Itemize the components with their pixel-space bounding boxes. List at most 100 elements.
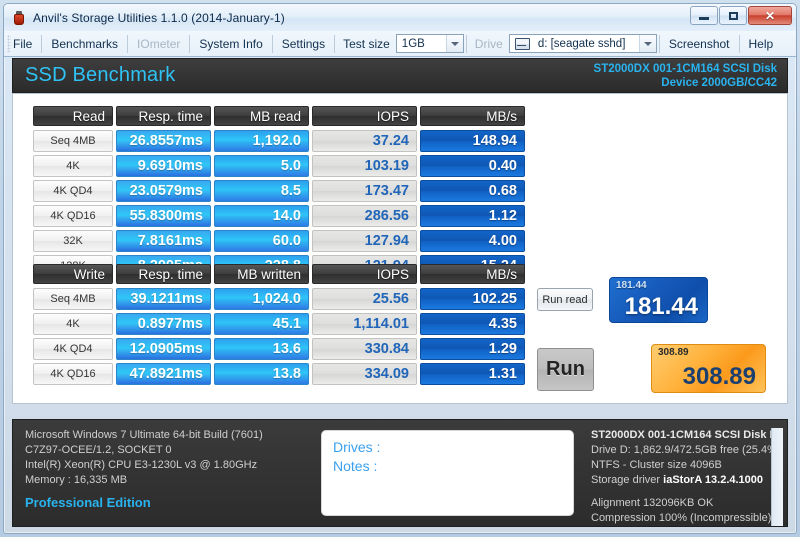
row-mb: 8.5 xyxy=(214,180,309,202)
disk-alignment: Alignment 132096KB OK xyxy=(591,497,714,509)
write-results-table: Write Resp. time MB written IOPS MB/s Se… xyxy=(33,264,525,388)
row-mbs: 4.35 xyxy=(420,313,525,335)
table-row: 4K QD4 12.0905ms 13.6 330.84 1.29 xyxy=(33,338,525,360)
menu-item-benchmarks[interactable]: Benchmarks xyxy=(42,34,127,54)
row-label: 32K xyxy=(33,230,113,252)
read-header-label: Read xyxy=(33,106,113,126)
total-score-value: 308.89 xyxy=(682,363,756,390)
minimize-icon xyxy=(699,17,709,20)
total-score-small: 308.89 xyxy=(658,347,689,358)
test-size-label: Test size xyxy=(343,36,390,51)
row-mbs: 0.68 xyxy=(420,180,525,202)
row-mb: 14.0 xyxy=(214,205,309,227)
board-line: C7Z97-OCEE/1.2, SOCKET 0 xyxy=(25,444,172,456)
menu-item-help[interactable]: Help xyxy=(740,34,783,54)
row-mbs: 102.25 xyxy=(420,288,525,310)
table-row: 4K 0.8977ms 45.1 1,114.01 4.35 xyxy=(33,313,525,335)
notes-input[interactable]: Drives : Notes : xyxy=(321,430,574,516)
app-icon xyxy=(11,10,27,26)
cpu-line: Intel(R) Xeon(R) CPU E3-1230L v3 @ 1.80G… xyxy=(25,459,258,471)
drive-label: Drive xyxy=(474,36,503,51)
device-line-1: ST2000DX 001-1CM164 SCSI Disk xyxy=(593,62,777,75)
maximize-button[interactable] xyxy=(719,6,747,25)
write-header-label: Write xyxy=(33,264,113,284)
minimize-button[interactable] xyxy=(690,6,718,25)
row-label: 4K xyxy=(33,155,113,177)
notes-label: Notes : xyxy=(333,458,378,474)
row-mb: 1,192.0 xyxy=(214,130,309,152)
device-identifier: ST2000DX 001-1CM164 SCSI Disk Device 200… xyxy=(594,62,777,90)
page-title: SSD Benchmark xyxy=(25,64,176,86)
row-resp: 7.8161ms xyxy=(116,230,211,252)
table-row: Seq 4MB 26.8557ms 1,192.0 37.24 148.94 xyxy=(33,130,525,152)
row-mbs: 0.40 xyxy=(420,155,525,177)
row-label: 4K QD16 xyxy=(33,363,113,385)
test-size-value: 1GB xyxy=(401,37,425,50)
write-header-mbs: MB/s xyxy=(420,264,525,284)
write-header-mb: MB written xyxy=(214,264,309,284)
row-label: 4K xyxy=(33,313,113,335)
disk-driver-line: Storage driver iaStorA 13.2.4.1000 xyxy=(591,473,783,488)
row-mb: 13.6 xyxy=(214,338,309,360)
close-icon: ✕ xyxy=(764,8,776,23)
read-header-mb: MB read xyxy=(214,106,309,126)
menu-item-file[interactable]: File xyxy=(4,34,41,54)
total-score-panel: 308.89 308.89 xyxy=(651,344,766,393)
row-mbs: 1.31 xyxy=(420,363,525,385)
row-mbs: 1.12 xyxy=(420,205,525,227)
write-header-iops: IOPS xyxy=(312,264,417,284)
read-score-small: 181.44 xyxy=(616,280,647,291)
anvils-storage-utilities-window: Anvil's Storage Utilities 1.1.0 (2014-Ja… xyxy=(0,0,800,537)
read-header-iops: IOPS xyxy=(312,106,417,126)
disk-fs: NTFS - Cluster size 4096B xyxy=(591,459,722,471)
row-iops: 37.24 xyxy=(312,130,417,152)
maximize-icon xyxy=(728,11,738,20)
run-read-button[interactable]: Run read xyxy=(537,288,593,311)
row-resp: 55.8300ms xyxy=(116,205,211,227)
row-mbs: 4.00 xyxy=(420,230,525,252)
table-row: Seq 4MB 39.1211ms 1,024.0 25.56 102.25 xyxy=(33,288,525,310)
row-iops: 1,114.01 xyxy=(312,313,417,335)
table-row: 4K QD16 55.8300ms 14.0 286.56 1.12 xyxy=(33,205,525,227)
disk-drive: Drive D: 1,862.9/472.5GB free (25.4%) xyxy=(591,444,781,456)
table-row: 4K 9.6910ms 5.0 103.19 0.40 xyxy=(33,155,525,177)
benchmark-banner: SSD Benchmark ST2000DX 001-1CM164 SCSI D… xyxy=(12,58,788,93)
row-iops: 103.19 xyxy=(312,155,417,177)
row-resp: 39.1211ms xyxy=(116,288,211,310)
row-resp: 12.0905ms xyxy=(116,338,211,360)
row-label: Seq 4MB xyxy=(33,288,113,310)
disk-driver-value: iaStorA 13.2.4.1000 xyxy=(663,474,764,486)
system-info-bar: Microsoft Windows 7 Ultimate 64-bit Buil… xyxy=(12,419,788,527)
menu-item-system-info[interactable]: System Info xyxy=(190,34,271,54)
device-line-2: Device 2000GB/CC42 xyxy=(661,76,777,89)
row-iops: 286.56 xyxy=(312,205,417,227)
run-button[interactable]: Run xyxy=(537,348,594,391)
chevron-down-icon[interactable] xyxy=(445,35,463,52)
test-size-select[interactable]: 1GB xyxy=(395,34,464,53)
disk-compression: Compression 100% (Incompressible) xyxy=(591,512,772,524)
window-buttons: ✕ xyxy=(690,6,792,25)
close-button[interactable]: ✕ xyxy=(748,6,792,25)
row-mb: 13.8 xyxy=(214,363,309,385)
menu-item-screenshot[interactable]: Screenshot xyxy=(660,34,739,54)
disk-driver-label: Storage driver xyxy=(591,474,661,486)
row-mbs: 1.29 xyxy=(420,338,525,360)
menu-item-settings[interactable]: Settings xyxy=(273,34,334,54)
drive-select[interactable]: d: [seagate sshd] xyxy=(508,34,657,53)
row-mb: 45.1 xyxy=(214,313,309,335)
read-header-mbs: MB/s xyxy=(420,106,525,126)
chevron-down-icon[interactable] xyxy=(638,35,656,52)
row-label: 4K QD4 xyxy=(33,338,113,360)
read-score-value: 181.44 xyxy=(624,293,698,320)
row-iops: 334.09 xyxy=(312,363,417,385)
os-line: Microsoft Windows 7 Ultimate 64-bit Buil… xyxy=(25,429,263,441)
table-row: 32K 7.8161ms 60.0 127.94 4.00 xyxy=(33,230,525,252)
vertical-scrollbar[interactable] xyxy=(771,428,783,526)
row-resp: 23.0579ms xyxy=(116,180,211,202)
row-iops: 127.94 xyxy=(312,230,417,252)
drive-value: d: [seagate sshd] xyxy=(537,37,626,50)
drive-icon xyxy=(514,37,530,50)
row-mb: 60.0 xyxy=(214,230,309,252)
read-header-resp: Resp. time xyxy=(116,106,211,126)
